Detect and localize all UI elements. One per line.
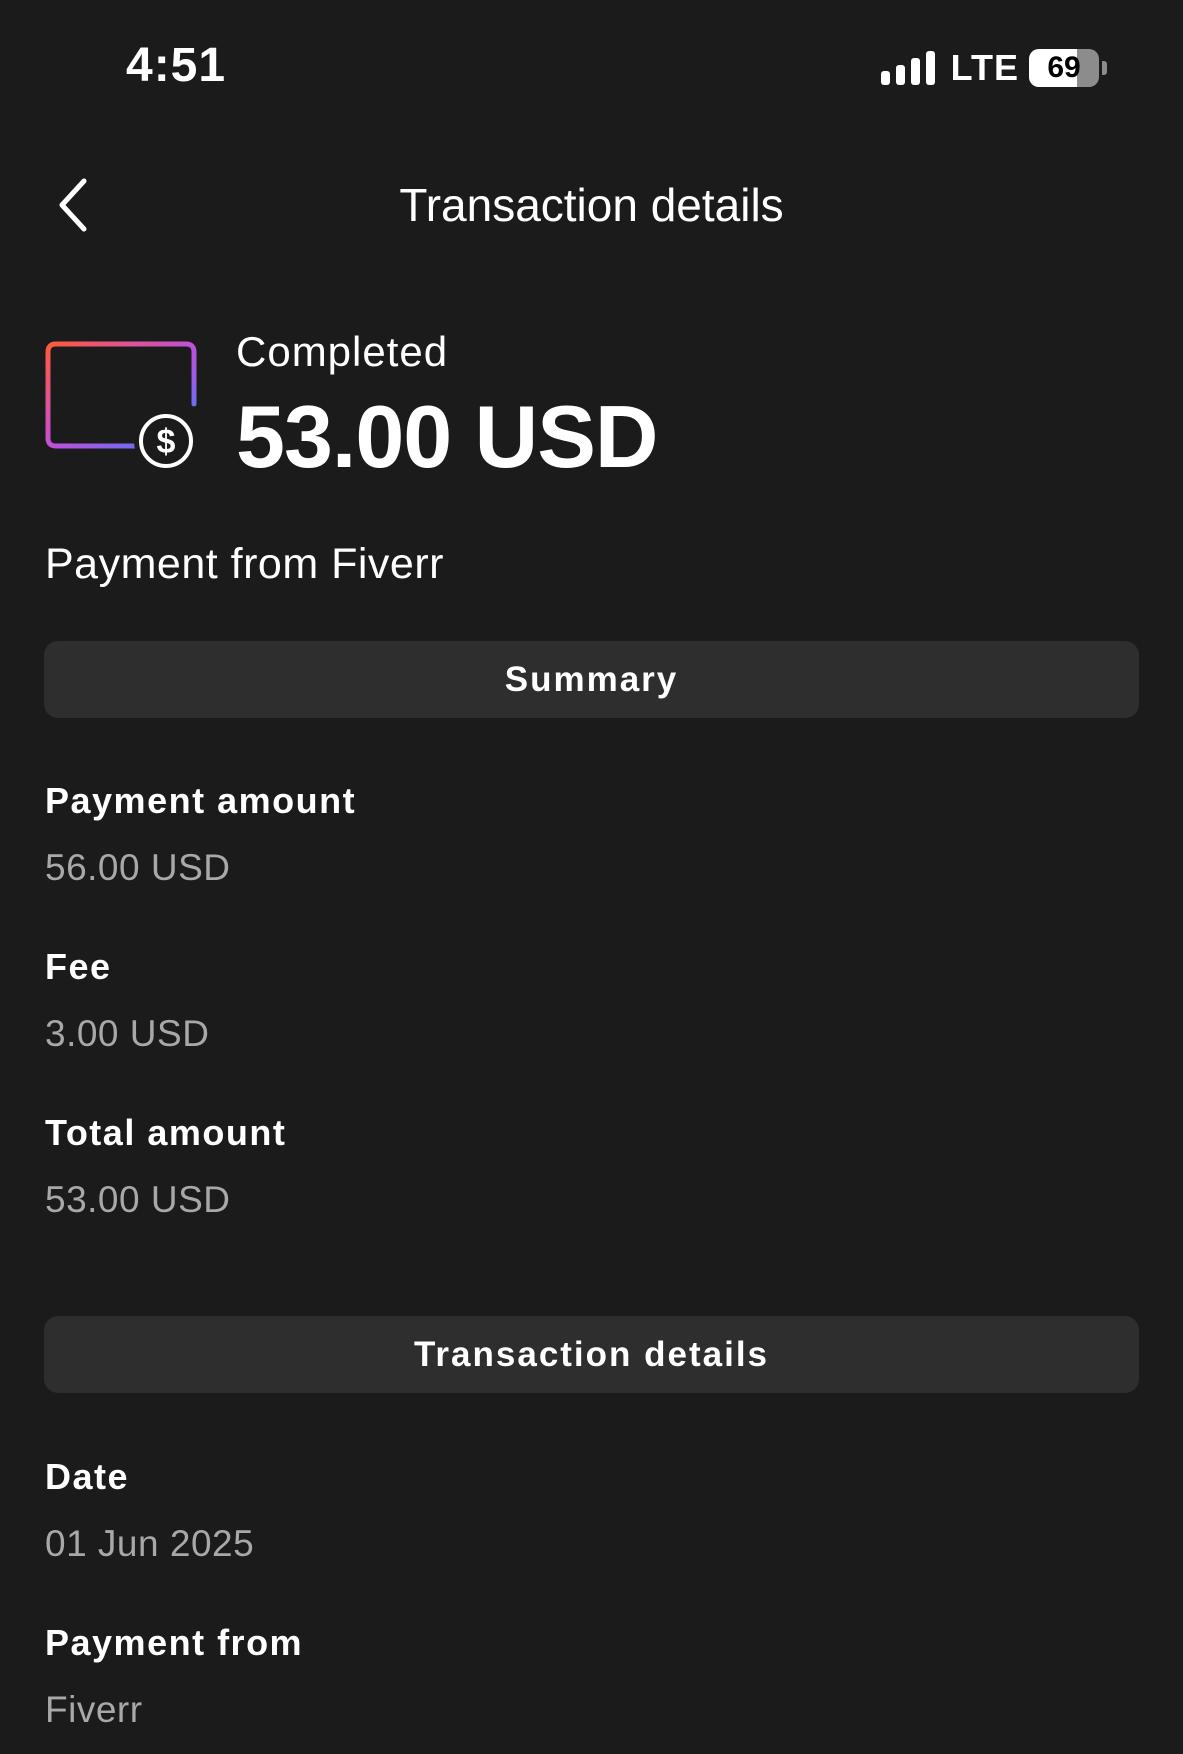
transaction-details-section-header: Transaction details <box>44 1316 1139 1393</box>
page-title: Transaction details <box>399 179 784 231</box>
battery-percent: 69 <box>1047 51 1081 84</box>
payment-from-value: Fiverr <box>45 1689 143 1730</box>
battery-tip <box>1102 61 1107 75</box>
summary-section-header: Summary <box>44 641 1139 718</box>
date-label: Date <box>45 1456 130 1497</box>
network-type-label: LTE <box>950 47 1019 88</box>
status-indicators: LTE 69 <box>880 46 1107 90</box>
battery-icon: 69 <box>1029 49 1099 87</box>
status-time: 4:51 <box>126 39 227 92</box>
status-bar: 4:51 LTE 69 <box>0 0 1183 130</box>
fee-value: 3.00 USD <box>45 1013 210 1054</box>
payment-amount-label: Payment amount <box>45 780 357 821</box>
transaction-subtitle: Payment from Fiverr <box>45 540 444 588</box>
date-value: 01 Jun 2025 <box>45 1523 255 1564</box>
cellular-signal-icon <box>880 51 935 85</box>
total-amount-value: 53.00 USD <box>45 1179 231 1220</box>
payment-from-label: Payment from <box>45 1622 304 1663</box>
fee-label: Fee <box>45 946 112 987</box>
transaction-status: Completed <box>236 328 449 375</box>
transaction-details-screen: 4:51 LTE 69 Transaction details $ Comple… <box>0 0 1183 1754</box>
transaction-amount: 53.00 USD <box>236 387 658 486</box>
payment-amount-value: 56.00 USD <box>45 847 231 888</box>
total-amount-label: Total amount <box>45 1112 287 1153</box>
svg-text:$: $ <box>157 423 176 461</box>
card-dollar-icon: $ <box>44 338 200 476</box>
